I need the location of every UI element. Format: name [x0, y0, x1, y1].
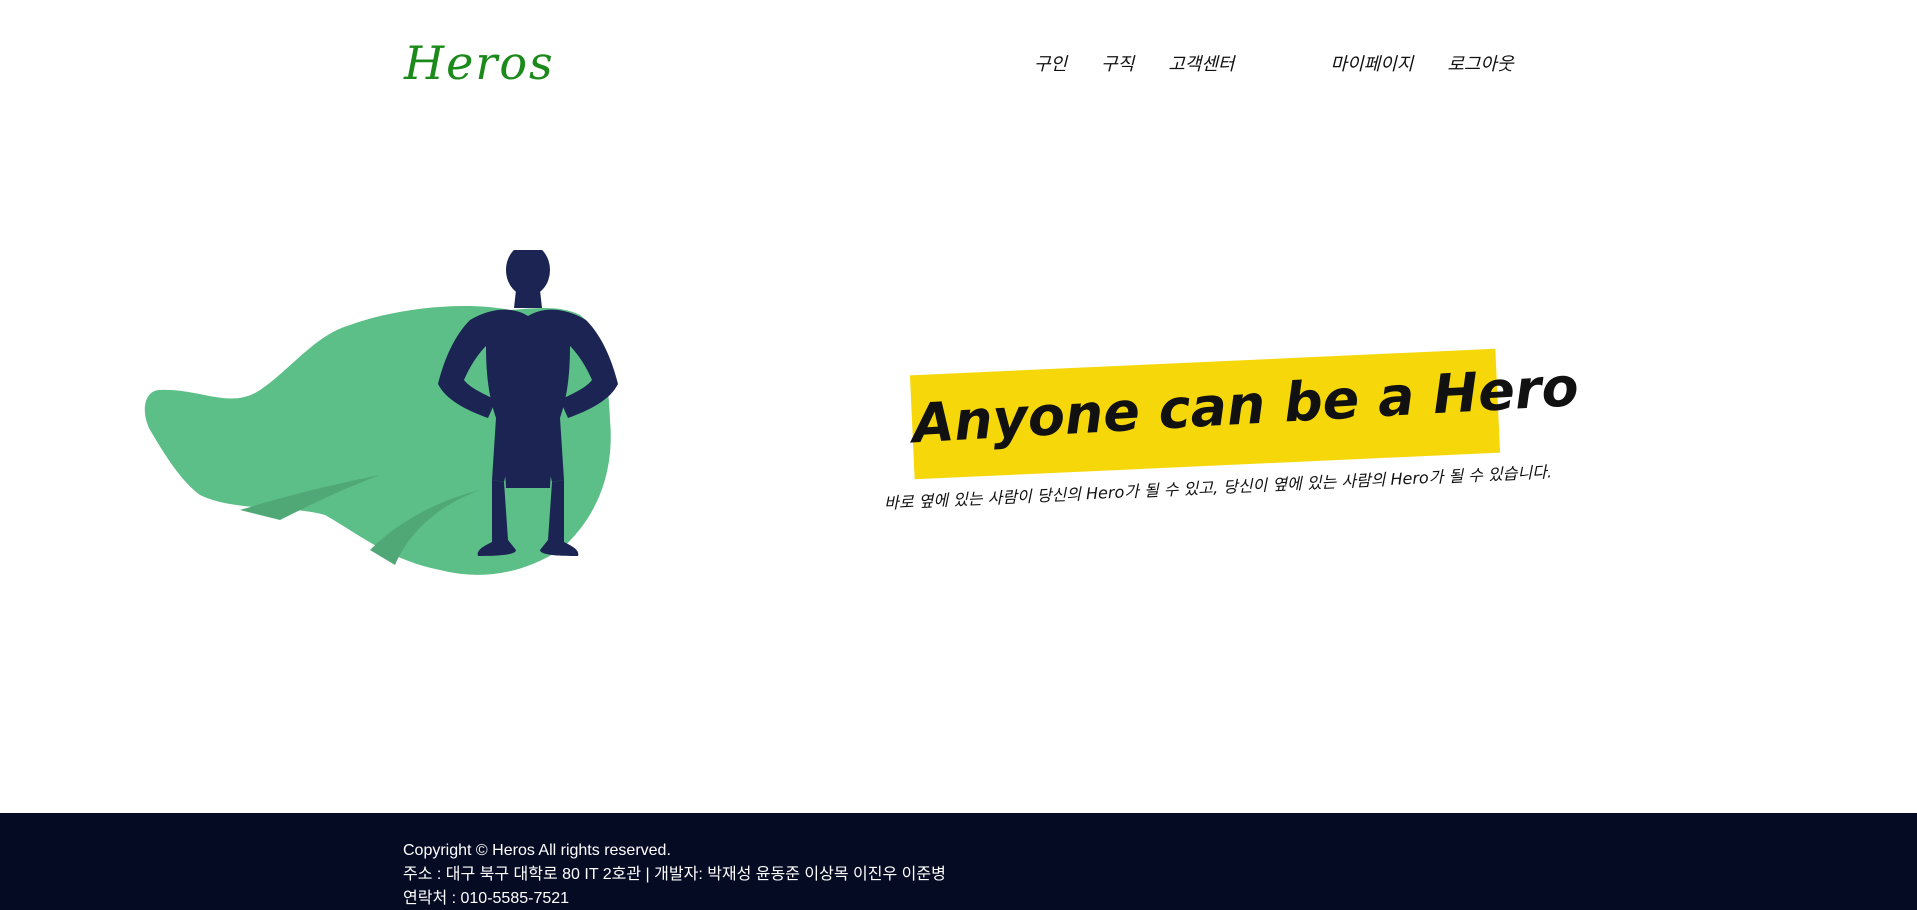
logo-link[interactable]: Heros	[404, 40, 555, 86]
site-footer: Copyright © Heros All rights reserved. 주…	[0, 813, 1917, 910]
nav-item-job-search[interactable]: 구직	[1101, 50, 1134, 76]
footer-address: 주소 : 대구 북구 대학로 80 IT 2호관 | 개발자: 박재성 윤동준 …	[403, 866, 946, 883]
nav-item-job-offers[interactable]: 구인	[1034, 50, 1067, 76]
footer-contact: 연락처 : 010-5585-7521	[403, 890, 570, 907]
page: Heros 구인 구직 고객센터 마이페이지 로그아웃 Anyone can b…	[0, 0, 1917, 910]
nav-item-customer-center[interactable]: 고객센터	[1168, 50, 1234, 76]
nav-item-logout[interactable]: 로그아웃	[1447, 50, 1513, 76]
footer-info: Copyright © Heros All rights reserved. 주…	[403, 839, 946, 910]
nav-item-my-page[interactable]: 마이페이지	[1331, 50, 1414, 76]
superhero-illustration	[144, 250, 618, 575]
main-nav: 구인 구직 고객센터 마이페이지 로그아웃	[1034, 50, 1514, 76]
footer-copyright: Copyright © Heros All rights reserved.	[403, 842, 671, 859]
